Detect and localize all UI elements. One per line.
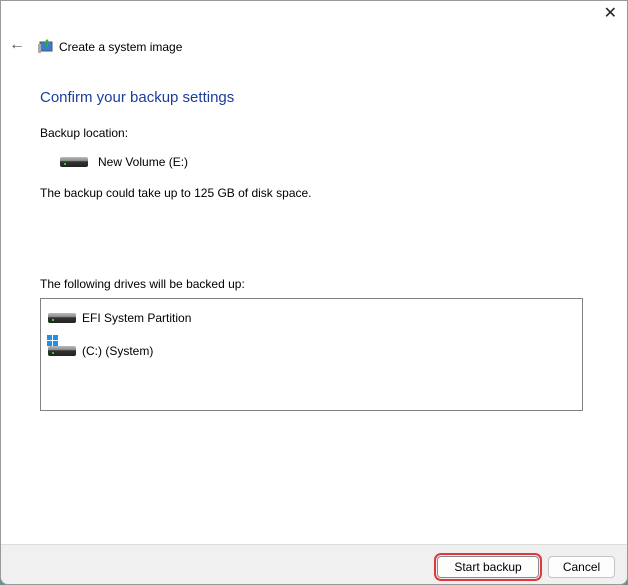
dialog-body: Confirm your backup settings Backup loca… <box>1 88 627 411</box>
backup-location-name: New Volume (E:) <box>98 155 189 169</box>
drive-icon <box>48 313 76 323</box>
page-title: Confirm your backup settings <box>40 89 235 106</box>
drives-label: The following drives will be backed up: <box>40 277 245 291</box>
backup-location-label: Backup location: <box>40 126 129 140</box>
footer: Start backup Cancel <box>1 544 627 584</box>
system-image-icon <box>38 39 53 53</box>
space-note: The backup could take up to 125 GB of di… <box>40 186 312 200</box>
cancel-button[interactable]: Cancel <box>548 556 615 578</box>
drive-name: (C:) (System) <box>82 344 154 358</box>
window-title: Create a system image <box>59 40 183 54</box>
start-backup-button[interactable]: Start backup <box>434 553 542 581</box>
back-button[interactable]: ← <box>9 36 25 54</box>
drives-list: EFI System Partition (C:) (System) <box>40 298 583 411</box>
title-bar: ✕ ← Create a system image <box>1 1 627 61</box>
drive-icon <box>60 157 88 167</box>
backup-location: New Volume (E:) <box>60 152 627 172</box>
dialog-window: ✕ ← Create a system image Confirm your b… <box>0 0 628 585</box>
drive-icon <box>48 346 76 356</box>
close-button[interactable]: ✕ <box>604 5 617 23</box>
drive-name: EFI System Partition <box>82 311 192 325</box>
list-item: EFI System Partition <box>48 311 191 325</box>
list-item: (C:) (System) <box>48 344 153 358</box>
